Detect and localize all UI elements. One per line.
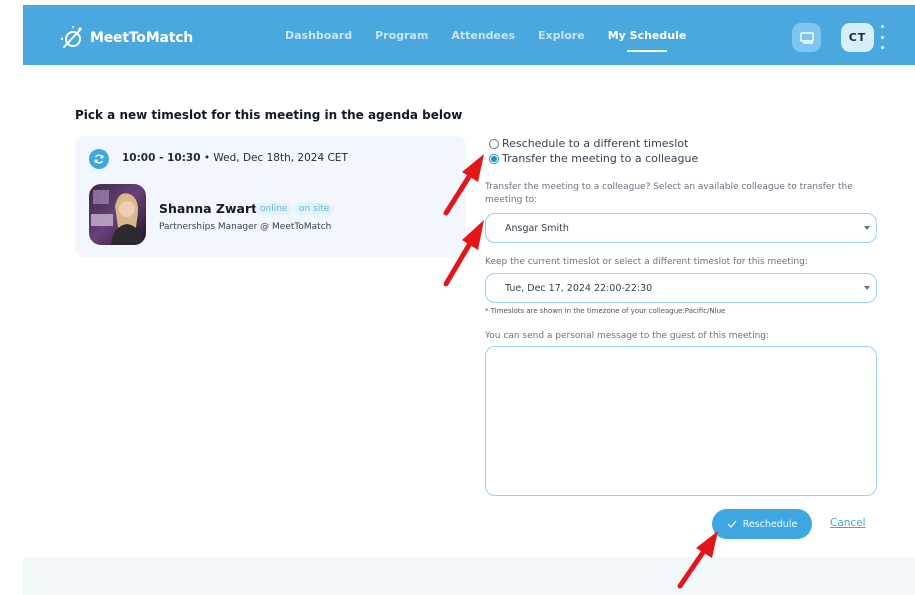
check-icon — [727, 520, 737, 528]
message-textarea[interactable] — [485, 346, 877, 496]
timeslot-label: Keep the current timeslot or select a di… — [485, 257, 808, 267]
badge-on-site: on site — [294, 203, 335, 215]
chat-button[interactable] — [792, 23, 821, 52]
guest-photo — [89, 184, 146, 245]
colleague-select-value: Ansgar Smith — [505, 222, 569, 234]
refresh-icon — [89, 149, 109, 169]
brand-name: MeetToMatch — [90, 30, 194, 46]
option-reschedule-label: Reschedule to a different timeslot — [502, 137, 689, 150]
radio-reschedule[interactable] — [489, 138, 499, 149]
colleague-select[interactable]: Ansgar Smith — [485, 213, 877, 243]
option-transfer[interactable]: Transfer the meeting to a colleague — [489, 152, 698, 165]
chevron-down-icon — [864, 226, 870, 230]
footer-band — [23, 557, 915, 595]
meeting-card: 10:00 - 10:30 • Wed, Dec 18th, 2024 CET — [75, 136, 466, 257]
annotation-arrow — [677, 531, 718, 589]
nav-my-schedule[interactable]: My Schedule — [608, 29, 686, 52]
meeting-time: 10:00 - 10:30 • Wed, Dec 18th, 2024 CET — [122, 152, 348, 164]
option-transfer-label: Transfer the meeting to a colleague — [502, 152, 699, 165]
reschedule-button[interactable]: Reschedule — [712, 509, 812, 539]
top-header: MeetToMatch Dashboard Program Attendees … — [23, 5, 915, 65]
timeslot-select-value: Tue, Dec 17, 2024 22:00-22:30 — [505, 282, 653, 294]
annotation-arrow — [443, 220, 484, 287]
colleague-label: Transfer the meeting to a colleague? Sel… — [485, 182, 853, 205]
nav-explore[interactable]: Explore — [538, 29, 585, 42]
guest-name: Shanna Zwart — [159, 201, 258, 216]
chevron-down-icon — [864, 286, 870, 290]
chat-icon — [799, 31, 814, 44]
page-heading: Pick a new timeslot for this meeting in … — [75, 108, 463, 122]
user-avatar-button[interactable]: CT — [841, 23, 874, 52]
timeslot-select[interactable]: Tue, Dec 17, 2024 22:00-22:30 — [485, 273, 877, 303]
annotation-arrow — [443, 154, 484, 216]
nav-attendees[interactable]: Attendees — [451, 29, 515, 42]
cancel-link[interactable]: Cancel — [830, 517, 866, 529]
kebab-menu-icon[interactable] — [879, 25, 885, 49]
page: MeetToMatch Dashboard Program Attendees … — [23, 0, 915, 595]
message-label: You can send a personal message to the g… — [485, 331, 770, 341]
timezone-note: * Timeslots are shown in the timezone of… — [485, 307, 726, 315]
meettomatch-logo-icon — [60, 26, 82, 48]
reschedule-button-label: Reschedule — [742, 518, 798, 530]
nav-program[interactable]: Program — [375, 29, 428, 42]
main-nav: Dashboard Program Attendees Explore My S… — [285, 29, 709, 52]
option-reschedule[interactable]: Reschedule to a different timeslot — [489, 137, 688, 150]
guest-role: Partnerships Manager @ MeetToMatch — [159, 222, 332, 232]
meeting-time-range: 10:00 - 10:30 — [122, 152, 201, 164]
meeting-date: • Wed, Dec 18th, 2024 CET — [200, 152, 348, 164]
brand-logo[interactable]: MeetToMatch — [59, 25, 193, 51]
nav-dashboard[interactable]: Dashboard — [285, 29, 352, 42]
badge-online: online — [255, 203, 293, 215]
radio-transfer[interactable] — [489, 153, 499, 164]
